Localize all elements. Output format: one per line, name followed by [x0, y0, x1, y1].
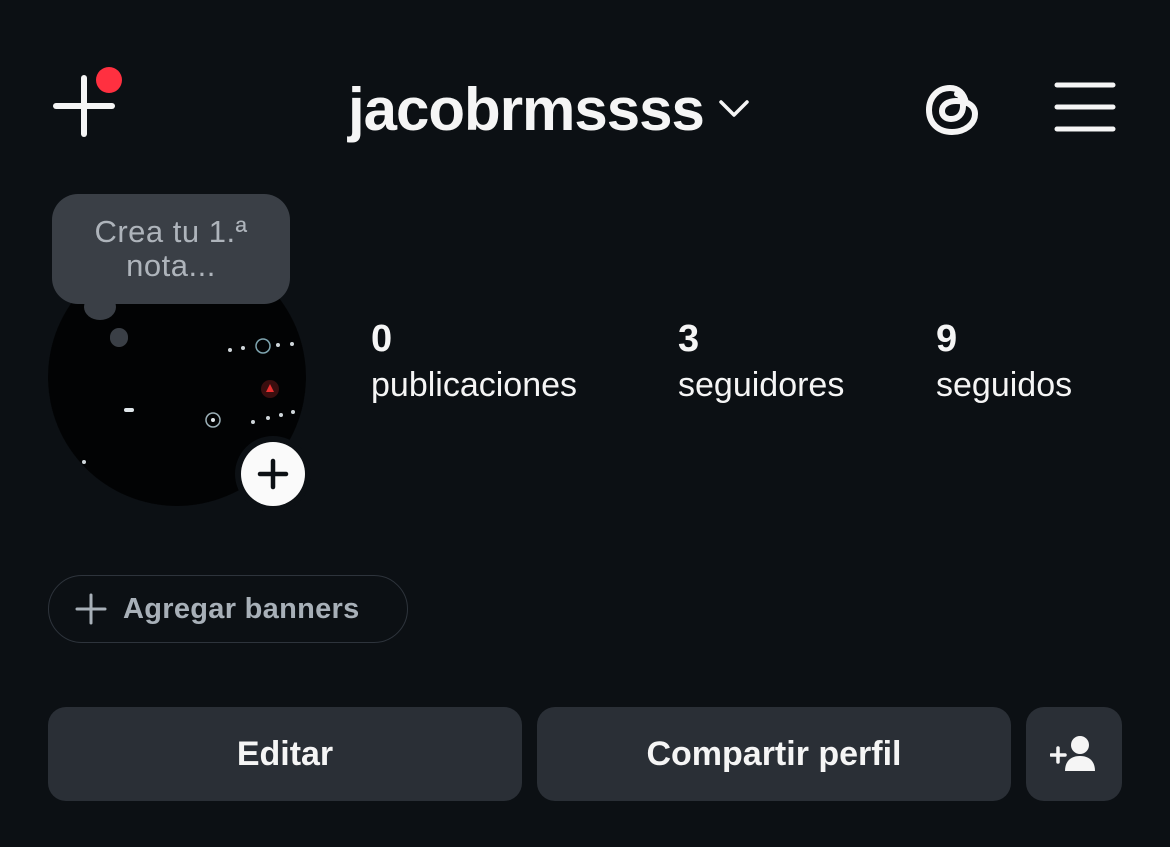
add-banners-label: Agregar banners	[123, 592, 360, 625]
plus-icon	[257, 458, 289, 490]
discover-people-button[interactable]	[1026, 707, 1122, 801]
stat-posts[interactable]: 0 publicaciones	[371, 316, 577, 408]
stat-following-count: 9	[936, 318, 958, 360]
account-switcher[interactable]: jacobrmssss	[348, 74, 750, 144]
edit-profile-label: Editar	[236, 734, 334, 773]
hamburger-menu-icon	[1054, 82, 1116, 132]
chevron-down-icon	[719, 100, 749, 117]
stat-followers-count: 3	[678, 318, 700, 360]
add-story-button[interactable]	[235, 436, 311, 512]
notification-dot	[96, 67, 122, 93]
note-bubble-tail	[110, 328, 128, 346]
username: jacobrmssss	[348, 75, 705, 143]
note-prompt-text: Crea tu 1.ª nota...	[94, 214, 248, 283]
stat-following-label: seguidos	[936, 366, 1073, 404]
share-profile-button[interactable]: Compartir perfil	[537, 707, 1011, 801]
menu-button[interactable]	[1052, 80, 1118, 134]
share-profile-label: Compartir perfil	[646, 734, 902, 773]
stat-followers-label: seguidores	[678, 366, 845, 404]
create-note-bubble[interactable]: Crea tu 1.ª nota...	[52, 194, 290, 304]
threads-icon	[926, 85, 978, 135]
stat-posts-count: 0	[371, 318, 393, 360]
stat-following[interactable]: 9 seguidos	[936, 316, 1072, 408]
stat-posts-label: publicaciones	[371, 366, 578, 404]
plus-icon	[75, 593, 107, 625]
profile-screen: jacobrmssss Crea tu 1.ª nota... 0 public…	[0, 0, 1170, 847]
add-story-circle	[241, 442, 305, 506]
stat-followers[interactable]: 3 seguidores	[678, 316, 844, 408]
add-banners-button[interactable]: Agregar banners	[48, 575, 408, 643]
edit-profile-button[interactable]: Editar	[48, 707, 522, 801]
add-person-icon	[1050, 736, 1095, 771]
threads-button[interactable]	[920, 76, 986, 142]
